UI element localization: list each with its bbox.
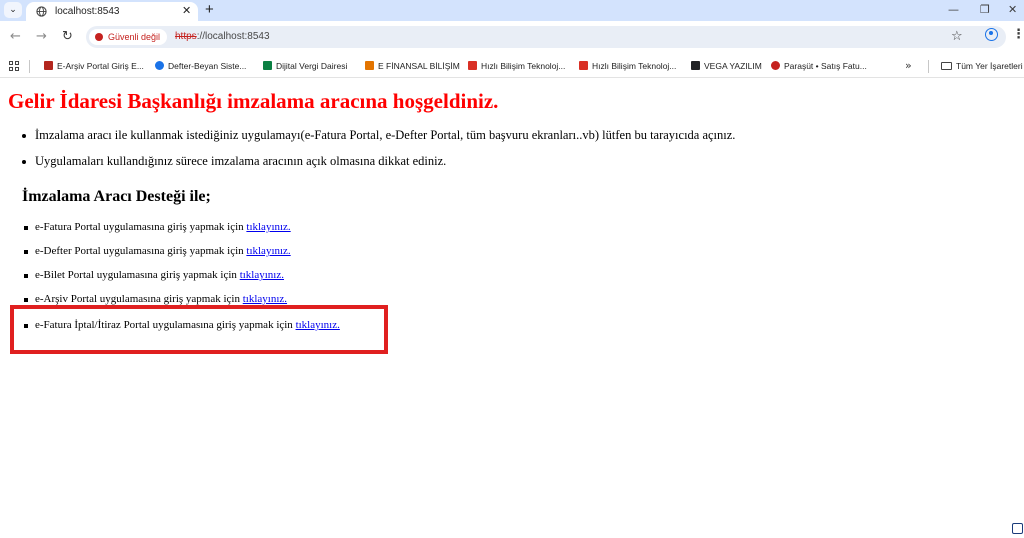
url-host: ://localhost:8543 bbox=[196, 31, 270, 42]
bookmark-item[interactable]: Hızlı Bilişim Teknoloj... bbox=[579, 60, 676, 73]
bookmark-item[interactable]: Paraşüt • Satış Fatu... bbox=[771, 60, 867, 73]
bookmarks-divider bbox=[29, 60, 30, 73]
close-tab-icon[interactable]: ✕ bbox=[182, 4, 191, 18]
tab-search-button[interactable]: ⌄ bbox=[4, 2, 22, 18]
all-bookmarks-button[interactable]: Tüm Yer İşaretleri bbox=[941, 60, 1023, 73]
intro-item: İmzalama aracı ile kullanmak istediğiniz… bbox=[35, 128, 736, 142]
security-chip[interactable]: Güvenli değil bbox=[89, 29, 167, 45]
portal-list-item: e-Defter Portal uygulamasına giriş yapma… bbox=[35, 245, 291, 258]
bookmark-label: VEGA YAZILIM bbox=[704, 61, 762, 71]
bookmark-item[interactable]: VEGA YAZILIM bbox=[691, 60, 762, 73]
square-bullet bbox=[24, 274, 28, 278]
defter-icon bbox=[155, 61, 164, 70]
portal-item-text: e-Fatura Portal uygulamasına giriş yapma… bbox=[35, 221, 247, 233]
more-bookmarks-button[interactable]: » bbox=[905, 59, 912, 73]
vergi-icon bbox=[263, 61, 272, 70]
portal-login-link[interactable]: tıklayınız. bbox=[246, 245, 290, 257]
url-scheme: https bbox=[175, 31, 197, 42]
bookmark-item[interactable]: E-Arşiv Portal Giriş E... bbox=[44, 60, 144, 73]
profile-avatar-icon[interactable] bbox=[985, 28, 998, 41]
restore-button[interactable]: ❐ bbox=[980, 2, 990, 17]
bookmark-label: Hızlı Bilişim Teknoloj... bbox=[481, 61, 566, 71]
browser-toolbar: ← → ↻ Güvenli değil https://localhost:85… bbox=[0, 21, 1024, 55]
hizli-icon bbox=[579, 61, 588, 70]
apps-grid-icon[interactable] bbox=[9, 61, 19, 71]
bookmark-label: E-Arşiv Portal Giriş E... bbox=[57, 61, 144, 71]
minimize-button[interactable]: — bbox=[948, 2, 959, 17]
vega-icon bbox=[691, 61, 700, 70]
security-label: Güvenli değil bbox=[108, 32, 161, 42]
url-text[interactable]: https://localhost:8543 bbox=[175, 31, 270, 43]
active-tab[interactable]: localhost:8543 ✕ bbox=[26, 2, 198, 21]
bookmark-label: Defter-Beyan Siste... bbox=[168, 61, 247, 71]
bookmarks-bar: E-Arşiv Portal Giriş E... Defter-Beyan Si… bbox=[0, 55, 1024, 78]
square-bullet bbox=[24, 298, 28, 302]
bookmark-label: E FİNANSAL BİLİŞİM bbox=[378, 61, 460, 71]
bookmark-item[interactable]: Defter-Beyan Siste... bbox=[155, 60, 246, 73]
highlight-box bbox=[10, 305, 388, 354]
page-content: Gelir İdaresi Başkanlığı imzalama aracın… bbox=[0, 79, 1024, 538]
bookmark-label: Hızlı Bilişim Teknoloj... bbox=[592, 61, 677, 71]
warning-icon bbox=[95, 33, 103, 41]
bookmark-item[interactable]: E FİNANSAL BİLİŞİM bbox=[365, 60, 460, 73]
bookmark-label: Dijital Vergi Dairesi bbox=[276, 61, 348, 71]
folder-icon bbox=[941, 62, 952, 70]
portal-list-item: e-Bilet Portal uygulamasına giriş yapmak… bbox=[35, 269, 284, 282]
portal-item-text: e-Arşiv Portal uygulamasına giriş yapmak… bbox=[35, 293, 243, 305]
new-tab-button[interactable]: + bbox=[205, 0, 214, 19]
support-heading: İmzalama Aracı Desteği ile; bbox=[22, 188, 211, 205]
portal-item-text: e-Bilet Portal uygulamasına giriş yapmak… bbox=[35, 269, 240, 281]
bullet bbox=[22, 134, 26, 138]
doc-icon bbox=[44, 61, 53, 70]
portal-item-text: e-Defter Portal uygulamasına giriş yapma… bbox=[35, 245, 247, 257]
back-button[interactable]: ← bbox=[10, 29, 21, 45]
browser-menu-icon[interactable]: ⋮ bbox=[1012, 27, 1024, 42]
square-bullet bbox=[24, 226, 28, 230]
portal-list-item: e-Fatura Portal uygulamasına giriş yapma… bbox=[35, 221, 291, 234]
intro-item: Uygulamaları kullandığınız sürece imzala… bbox=[35, 154, 447, 168]
bookmark-star-icon[interactable]: ☆ bbox=[951, 29, 963, 45]
extension-icon[interactable] bbox=[1012, 523, 1023, 534]
hizli-icon bbox=[468, 61, 477, 70]
bookmark-item[interactable]: Hızlı Bilişim Teknoloj... bbox=[468, 60, 565, 73]
square-bullet bbox=[24, 250, 28, 254]
reload-button[interactable]: ↻ bbox=[62, 29, 73, 45]
tab-strip: ⌄ localhost:8543 ✕ + — ❐ ✕ bbox=[0, 0, 1024, 21]
all-bookmarks-label: Tüm Yer İşaretleri bbox=[956, 61, 1023, 71]
page-title: Gelir İdaresi Başkanlığı imzalama aracın… bbox=[8, 89, 499, 113]
bullet bbox=[22, 160, 26, 164]
address-bar[interactable]: Güvenli değil https://localhost:8543 ☆ bbox=[86, 26, 1006, 48]
tab-title: localhost:8543 bbox=[55, 6, 120, 17]
bookmark-label: Paraşüt • Satış Fatu... bbox=[784, 61, 867, 71]
forward-button[interactable]: → bbox=[36, 29, 47, 45]
close-window-button[interactable]: ✕ bbox=[1008, 2, 1017, 17]
bookmarks-divider bbox=[928, 60, 929, 73]
bookmark-item[interactable]: Dijital Vergi Dairesi bbox=[263, 60, 347, 73]
portal-login-link[interactable]: tıklayınız. bbox=[246, 221, 290, 233]
globe-icon bbox=[36, 6, 47, 17]
portal-login-link[interactable]: tıklayınız. bbox=[240, 269, 284, 281]
portal-login-link[interactable]: tıklayınız. bbox=[243, 293, 287, 305]
parasut-icon bbox=[771, 61, 780, 70]
finansal-icon bbox=[365, 61, 374, 70]
